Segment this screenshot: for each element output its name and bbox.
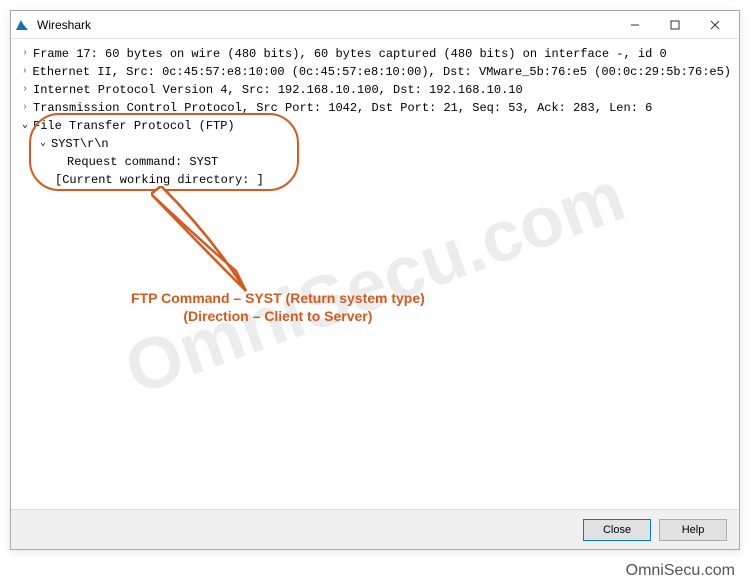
tree-row-ip[interactable]: › Internet Protocol Version 4, Src: 192.… <box>19 81 731 99</box>
tree-label: SYST\r\n <box>51 135 109 153</box>
close-window-button[interactable] <box>695 13 735 37</box>
chevron-right-icon[interactable]: › <box>19 99 31 117</box>
close-button[interactable]: Close <box>583 519 651 541</box>
dialog-footer: Close Help <box>11 509 739 549</box>
tree-row-syst[interactable]: ⌄ SYST\r\n <box>19 135 731 153</box>
tree-label: [Current working directory: ] <box>55 171 264 189</box>
wireshark-window: Wireshark › Frame 17: 60 bytes on wire (… <box>10 10 740 550</box>
window-title: Wireshark <box>37 18 615 32</box>
maximize-button[interactable] <box>655 13 695 37</box>
tree-label: Transmission Control Protocol, Src Port:… <box>33 99 652 117</box>
tree-row-cwd[interactable]: [Current working directory: ] <box>19 171 731 189</box>
tree-row-tcp[interactable]: › Transmission Control Protocol, Src Por… <box>19 99 731 117</box>
tree-row-ftp[interactable]: ⌄ File Transfer Protocol (FTP) <box>19 117 731 135</box>
chevron-down-icon[interactable]: ⌄ <box>19 117 31 135</box>
minimize-button[interactable] <box>615 13 655 37</box>
tree-label: Request command: SYST <box>67 153 218 171</box>
tree-row-ethernet[interactable]: › Ethernet II, Src: 0c:45:57:e8:10:00 (0… <box>19 63 731 81</box>
brand-footer: OmniSecu.com <box>626 562 735 580</box>
chevron-right-icon[interactable]: › <box>19 81 31 99</box>
app-icon <box>15 17 31 33</box>
chevron-down-icon[interactable]: ⌄ <box>37 135 49 153</box>
tree-label: File Transfer Protocol (FTP) <box>33 117 235 135</box>
help-button[interactable]: Help <box>659 519 727 541</box>
tree-row-request[interactable]: Request command: SYST <box>19 153 731 171</box>
watermark-text: OmniSecu.com <box>126 185 625 381</box>
packet-details-pane[interactable]: › Frame 17: 60 bytes on wire (480 bits),… <box>11 39 739 509</box>
window-controls <box>615 13 735 37</box>
titlebar: Wireshark <box>11 11 739 39</box>
tree-label: Ethernet II, Src: 0c:45:57:e8:10:00 (0c:… <box>32 63 731 81</box>
tree-label: Frame 17: 60 bytes on wire (480 bits), 6… <box>33 45 667 63</box>
tree-row-frame[interactable]: › Frame 17: 60 bytes on wire (480 bits),… <box>19 45 731 63</box>
chevron-right-icon[interactable]: › <box>19 63 30 81</box>
chevron-right-icon[interactable]: › <box>19 45 31 63</box>
tree-label: Internet Protocol Version 4, Src: 192.16… <box>33 81 523 99</box>
